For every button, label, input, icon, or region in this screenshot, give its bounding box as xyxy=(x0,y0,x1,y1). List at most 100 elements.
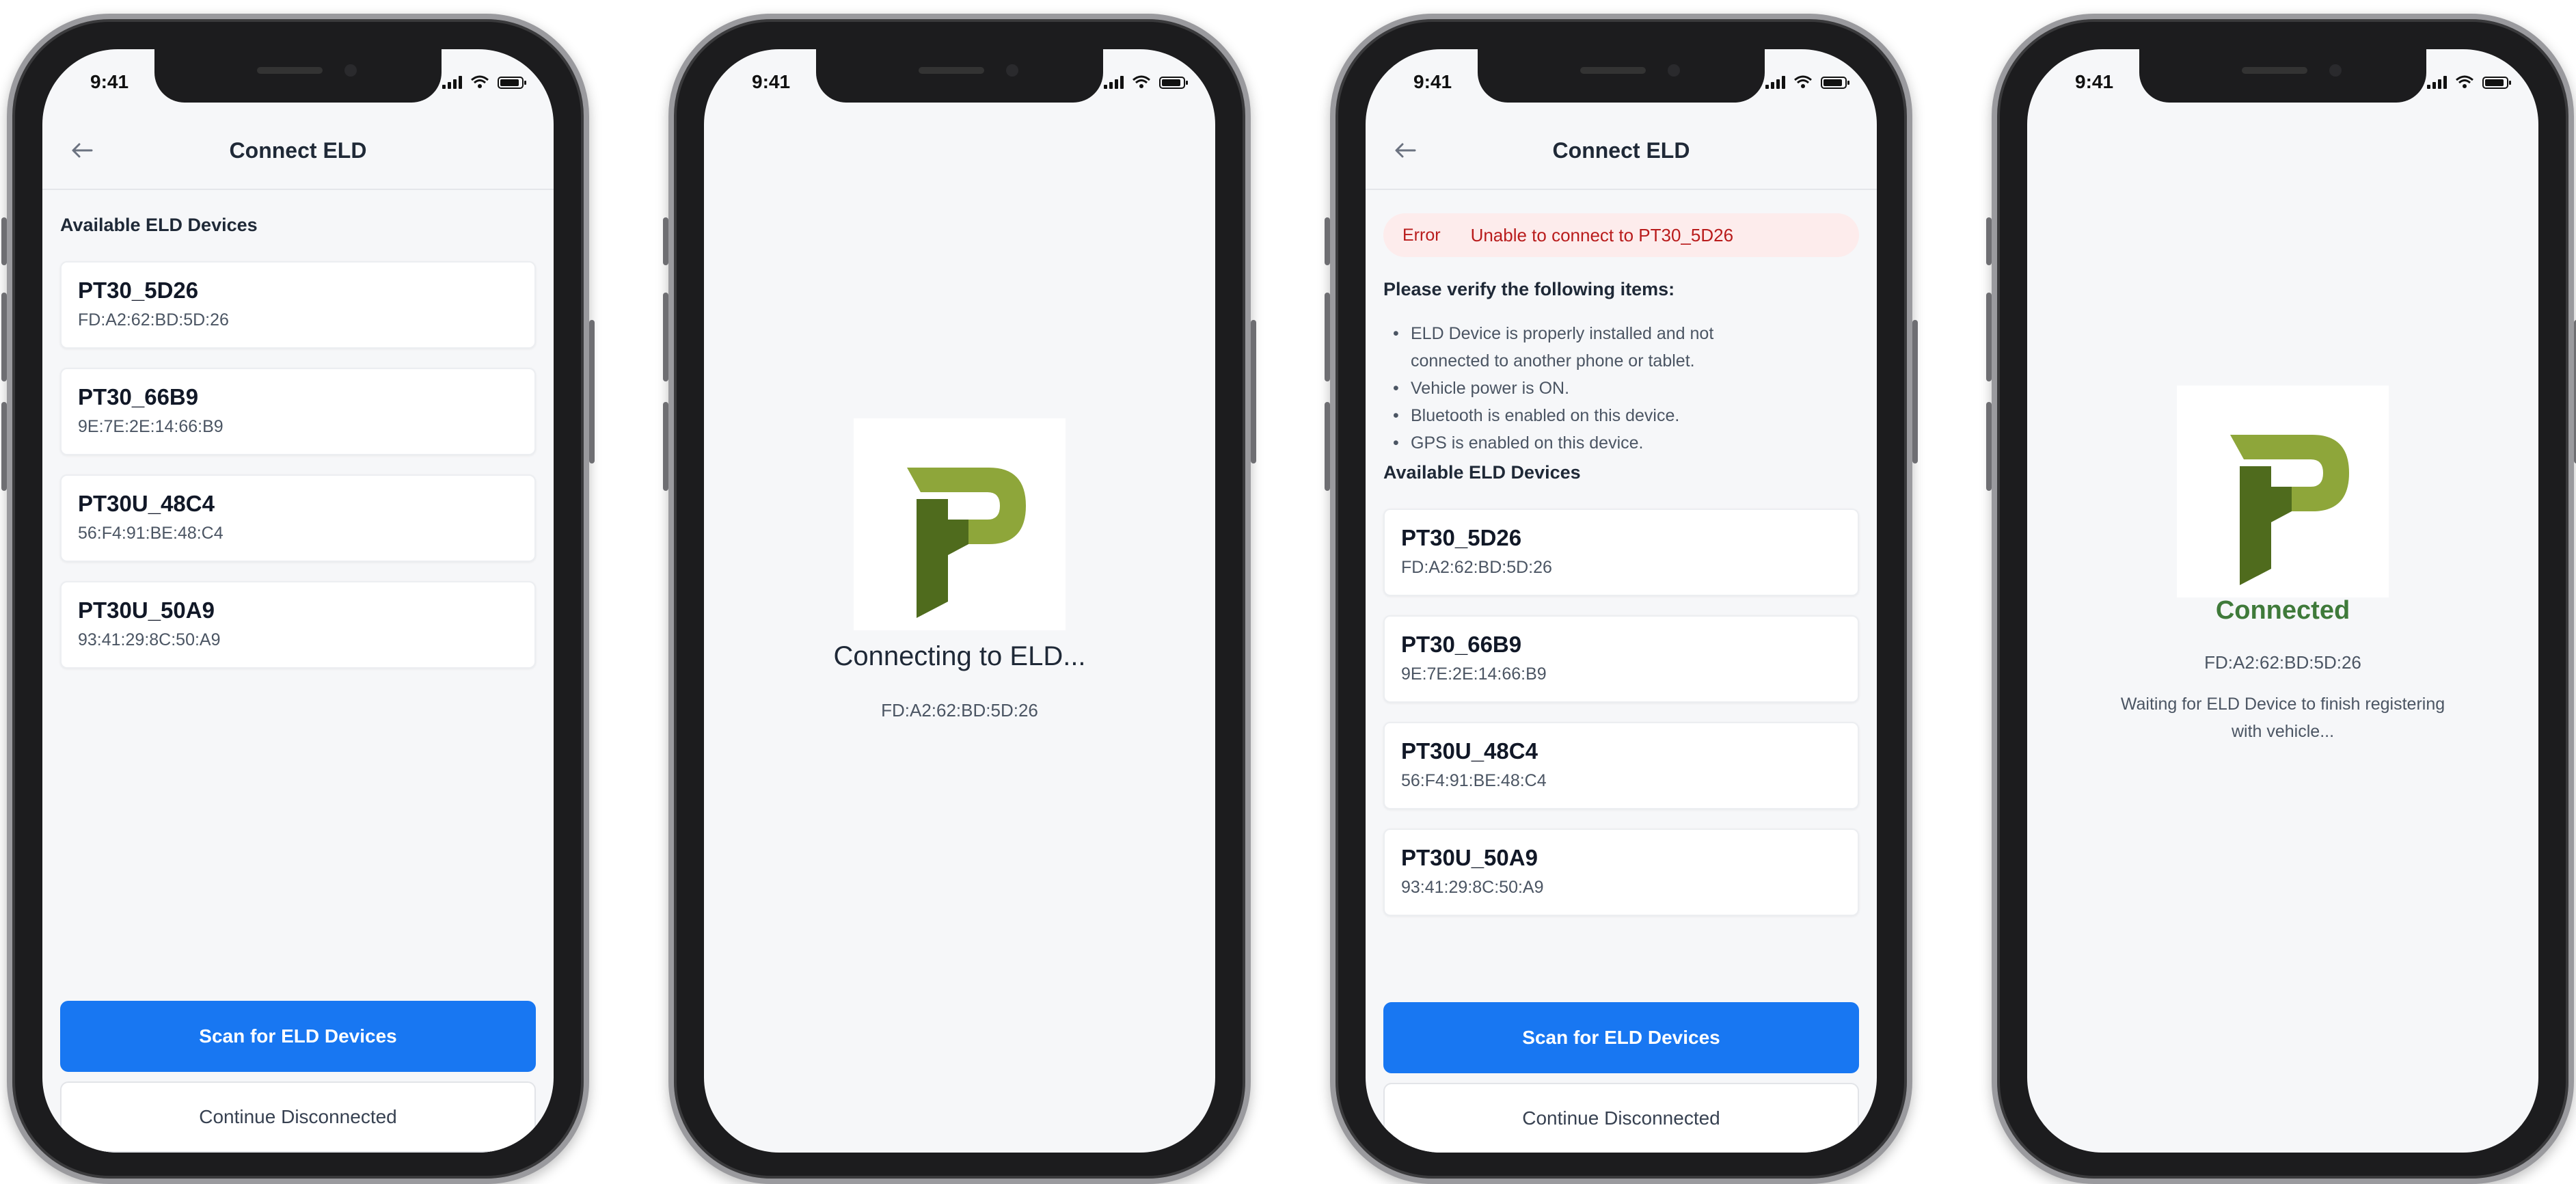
continue-disconnected-button[interactable]: Continue Disconnected xyxy=(60,1081,536,1153)
volume-up-button xyxy=(1986,293,1992,381)
device-mac: FD:A2:62:BD:5D:26 xyxy=(78,310,229,329)
device-mac: 9E:7E:2E:14:66:B9 xyxy=(78,417,223,436)
p-logo-icon xyxy=(907,468,1026,618)
device-card-pt30-66b9[interactable]: PT30_66B9 9E:7E:2E:14:66:B9 xyxy=(1383,615,1859,703)
connected-title: Connected xyxy=(2215,596,2350,625)
wifi-icon xyxy=(1133,75,1150,88)
device-name: PT30U_50A9 xyxy=(1401,845,1538,870)
device-mac: 56:F4:91:BE:48:C4 xyxy=(1401,771,1547,790)
volume-up-button xyxy=(1325,293,1330,381)
device-card-pt30u-50a9[interactable]: PT30U_50A9 93:41:29:8C:50:A9 xyxy=(60,581,536,669)
device-card-pt30-5d26[interactable]: PT30_5D26 FD:A2:62:BD:5D:26 xyxy=(1383,509,1859,596)
error-banner: Error Unable to connect to PT30_5D26 xyxy=(1383,213,1859,257)
phone-connection-error: 9:41 Connect ELD Error Unable to connect… xyxy=(1325,14,1918,1184)
power-button xyxy=(1912,320,1918,463)
signal-icon xyxy=(1104,75,1124,89)
error-tag: Error xyxy=(1402,225,1441,245)
connecting-title: Connecting to ELD... xyxy=(833,641,1086,671)
volume-up-button xyxy=(663,293,668,381)
status-bar: 9:41 xyxy=(1366,71,1877,98)
app-header: Connect ELD xyxy=(42,120,554,190)
wifi-icon xyxy=(1794,75,1812,88)
wifi-icon xyxy=(471,75,489,88)
available-devices-title: Available ELD Devices xyxy=(60,215,258,235)
battery-icon xyxy=(1159,77,1188,89)
connected-status-line-2: with vehicle... xyxy=(2231,722,2335,741)
page-title: Connect ELD xyxy=(1552,138,1690,163)
phone-device-list: 9:41 Connect ELD Available ELD Devices P… xyxy=(1,14,595,1184)
verify-title: Please verify the following items: xyxy=(1383,279,1675,299)
app-logo xyxy=(2177,386,2389,597)
volume-down-button xyxy=(1325,402,1330,491)
mute-switch xyxy=(1,217,7,265)
power-button xyxy=(1251,320,1256,463)
verify-item: Bluetooth is enabled on this device. xyxy=(1383,402,1859,429)
device-card-pt30-66b9[interactable]: PT30_66B9 9E:7E:2E:14:66:B9 xyxy=(60,368,536,455)
page-title: Connect ELD xyxy=(229,138,367,163)
volume-down-button xyxy=(1986,402,1992,491)
mute-switch xyxy=(1986,217,1992,265)
device-card-pt30-5d26[interactable]: PT30_5D26 FD:A2:62:BD:5D:26 xyxy=(60,261,536,349)
signal-icon xyxy=(2427,75,2447,89)
mute-switch xyxy=(1325,217,1330,265)
device-name: PT30_5D26 xyxy=(78,278,199,303)
device-mac: 93:41:29:8C:50:A9 xyxy=(78,630,221,649)
screen: 9:41 Connect ELD Available ELD Devices P… xyxy=(42,49,554,1153)
status-time: 9:41 xyxy=(2075,71,2114,92)
phone-connected: 9:41 Connected FD:A2:62:BD:5D:26 Waiting… xyxy=(1986,14,2576,1184)
battery-icon xyxy=(1821,77,1849,89)
device-mac: FD:A2:62:BD:5D:26 xyxy=(1401,558,1552,577)
phone-connecting: 9:41 Connecting to ELD... FD:A2:62:BD:5D… xyxy=(663,14,1256,1184)
device-name: PT30_5D26 xyxy=(1401,525,1522,550)
error-message: Unable to connect to PT30_5D26 xyxy=(1470,224,1734,245)
device-mac: 93:41:29:8C:50:A9 xyxy=(1401,878,1544,897)
device-list: PT30_5D26 FD:A2:62:BD:5D:26 PT30_66B9 9E… xyxy=(1383,509,1859,935)
device-name: PT30U_48C4 xyxy=(1401,738,1538,764)
device-name: PT30_66B9 xyxy=(1401,632,1522,657)
screen: 9:41 Connecting to ELD... FD:A2:62:BD:5D… xyxy=(704,49,1215,1153)
wifi-icon xyxy=(2456,75,2473,88)
screens-showcase: 9:41 Connect ELD Available ELD Devices P… xyxy=(0,0,2576,1184)
continue-disconnected-button[interactable]: Continue Disconnected xyxy=(1383,1083,1859,1153)
scan-devices-button[interactable]: Scan for ELD Devices xyxy=(1383,1002,1859,1073)
app-logo xyxy=(854,418,1066,630)
signal-icon xyxy=(1765,75,1785,89)
volume-up-button xyxy=(1,293,7,381)
screen: 9:41 Connected FD:A2:62:BD:5D:26 Waiting… xyxy=(2027,49,2538,1153)
power-button xyxy=(589,320,595,463)
volume-down-button xyxy=(663,402,668,491)
verify-item: ELD Device is properly installed and not xyxy=(1383,320,1859,347)
status-bar: 9:41 xyxy=(2027,71,2538,98)
device-mac: 56:F4:91:BE:48:C4 xyxy=(78,524,223,543)
device-card-pt30u-50a9[interactable]: PT30U_50A9 93:41:29:8C:50:A9 xyxy=(1383,829,1859,916)
device-name: PT30U_48C4 xyxy=(78,491,215,516)
status-time: 9:41 xyxy=(752,71,791,92)
app-header: Connect ELD xyxy=(1366,120,1877,190)
device-list: PT30_5D26 FD:A2:62:BD:5D:26 PT30_66B9 9E… xyxy=(60,261,536,688)
status-bar: 9:41 xyxy=(42,71,554,98)
device-card-pt30u-48c4[interactable]: PT30U_48C4 56:F4:91:BE:48:C4 xyxy=(1383,722,1859,809)
status-time: 9:41 xyxy=(90,71,129,92)
status-bar: 9:41 xyxy=(704,71,1215,98)
connected-status-line-1: Waiting for ELD Device to finish registe… xyxy=(2120,695,2445,714)
device-mac: 9E:7E:2E:14:66:B9 xyxy=(1401,664,1547,684)
verify-item: GPS is enabled on this device. xyxy=(1383,429,1859,457)
device-name: PT30U_50A9 xyxy=(78,597,215,623)
screen: 9:41 Connect ELD Error Unable to connect… xyxy=(1366,49,1877,1153)
battery-icon xyxy=(2482,77,2511,89)
mute-switch xyxy=(663,217,668,265)
battery-icon xyxy=(498,77,526,89)
p-logo-icon xyxy=(2230,435,2349,585)
device-name: PT30_66B9 xyxy=(78,384,199,409)
scan-devices-button[interactable]: Scan for ELD Devices xyxy=(60,1001,536,1072)
verify-list: ELD Device is properly installed and not… xyxy=(1383,320,1859,457)
status-time: 9:41 xyxy=(1413,71,1452,92)
device-card-pt30u-48c4[interactable]: PT30U_48C4 56:F4:91:BE:48:C4 xyxy=(60,474,536,562)
volume-down-button xyxy=(1,402,7,491)
connecting-mac: FD:A2:62:BD:5D:26 xyxy=(881,700,1038,721)
signal-icon xyxy=(442,75,462,89)
connected-mac: FD:A2:62:BD:5D:26 xyxy=(2204,652,2361,673)
verify-item-continuation: connected to another phone or tablet. xyxy=(1411,351,1695,371)
available-devices-title: Available ELD Devices xyxy=(1383,462,1581,483)
verify-item: Vehicle power is ON. xyxy=(1383,375,1859,402)
